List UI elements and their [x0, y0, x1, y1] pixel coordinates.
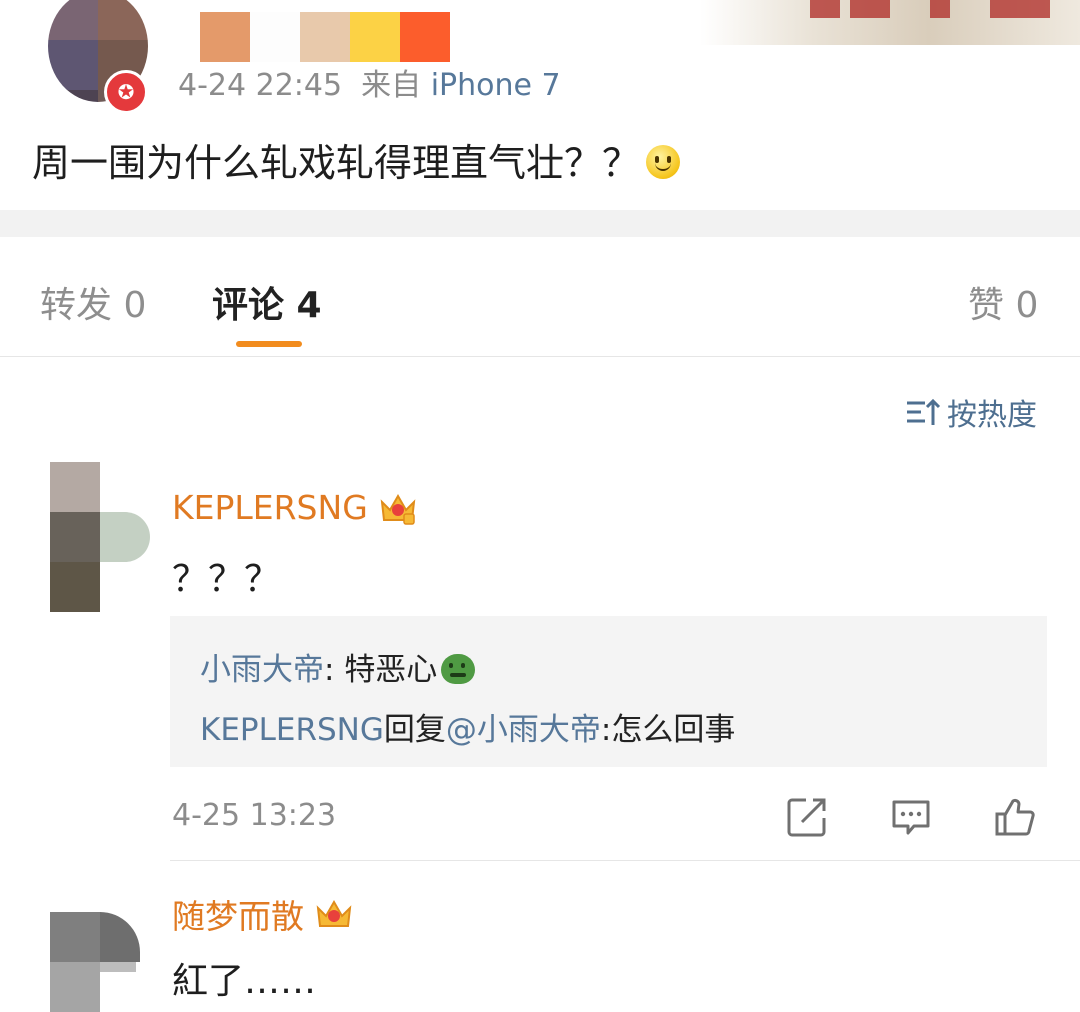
sort-label: 按热度 [947, 398, 1037, 433]
comment-text: 紅了…… [172, 961, 317, 1002]
post-time: 4-24 22:45 [178, 68, 343, 103]
reply-verb: 回复 [383, 712, 446, 748]
smile-emoji-icon [646, 145, 681, 179]
post-source[interactable]: iPhone 7 [431, 68, 561, 103]
post-author-name-mosaic[interactable] [200, 12, 450, 62]
share-icon[interactable] [786, 796, 828, 838]
post-source-prefix: 来自 [361, 68, 422, 103]
like-icon[interactable] [994, 796, 1036, 838]
tab-reposts[interactable]: 转发 0 [40, 276, 146, 328]
reply-item: 小雨大帝: 特恶心 [200, 644, 476, 689]
comment-username[interactable]: 随梦而散 [172, 890, 354, 938]
verified-badge-icon: ✪ [104, 70, 148, 114]
reply-box[interactable]: 小雨大帝: 特恶心 KEPLERSNG回复@小雨大帝:怎么回事 [170, 616, 1047, 767]
sort-icon [907, 398, 941, 425]
comment-avatar[interactable] [50, 462, 150, 612]
post-text-content: 周一围为什么轧戏轧得理直气壮？？ [32, 141, 641, 185]
comment-divider [170, 860, 1080, 861]
comment-text: ？？？ [172, 559, 281, 600]
sick-emoji-icon [441, 654, 476, 684]
reply-item: KEPLERSNG回复@小雨大帝:怎么回事 [200, 704, 735, 749]
vip-crown-icon [380, 493, 416, 525]
comment-icon[interactable] [890, 796, 932, 838]
sort-by-hot-button[interactable]: 按热度 [905, 390, 1037, 434]
comment-username-text: KEPLERSNG [172, 488, 368, 527]
header-banner-image [700, 0, 1080, 45]
tab-comments[interactable]: 评论 4 [212, 276, 322, 328]
section-divider [0, 210, 1080, 237]
tab-likes[interactable]: 赞 0 [968, 276, 1038, 328]
post-text: 周一围为什么轧戏轧得理直气壮？？ [32, 132, 681, 187]
comment-username[interactable]: KEPLERSNG [172, 488, 418, 527]
vip-crown-icon [316, 899, 352, 927]
comment-username-text: 随梦而散 [172, 897, 304, 936]
comment-time: 4-25 13:23 [172, 798, 337, 833]
comment-avatar[interactable] [50, 912, 140, 1012]
reply-mention[interactable]: @小雨大帝 [446, 712, 601, 748]
reply-author[interactable]: 小雨大帝 [200, 652, 324, 688]
reply-author[interactable]: KEPLERSNG [200, 712, 384, 748]
reply-text: :怎么回事 [600, 712, 736, 748]
tab-divider [0, 356, 1080, 357]
post-meta: 4-24 22:45 来自 iPhone 7 [178, 60, 561, 104]
active-tab-indicator [236, 341, 302, 347]
reply-separator: : [324, 652, 345, 688]
reply-text: 特恶心 [344, 652, 438, 688]
